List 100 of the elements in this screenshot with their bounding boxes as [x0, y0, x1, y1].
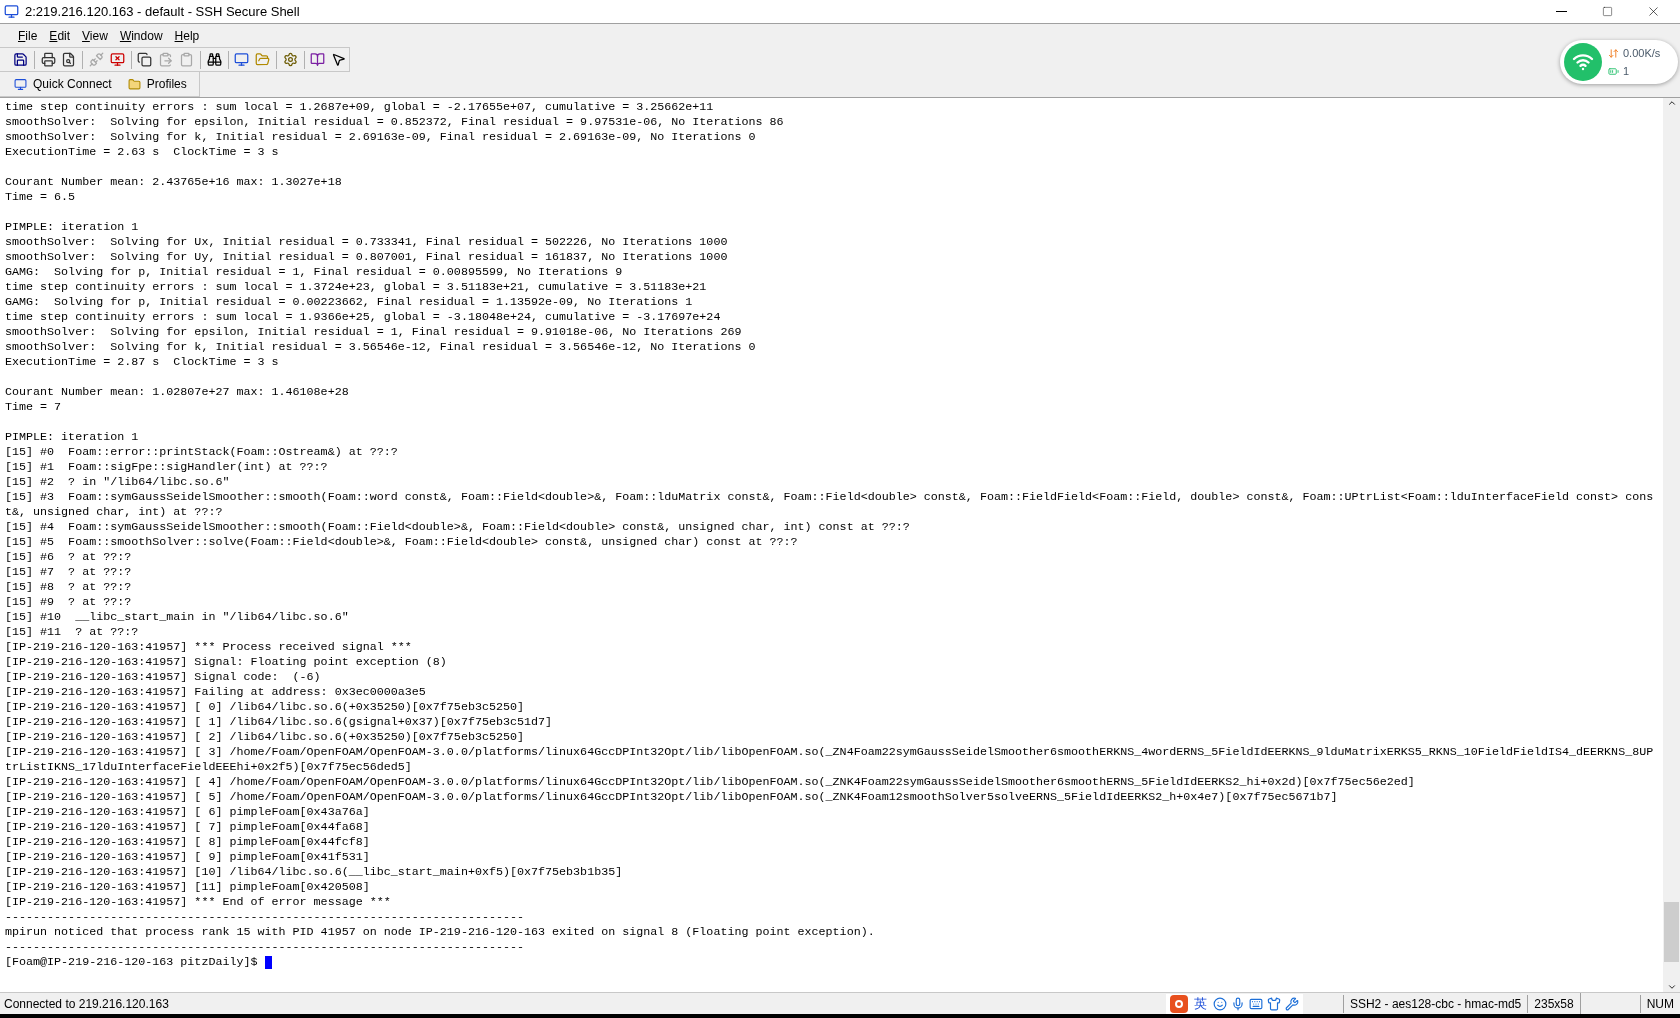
terminal-line: [IP-219-216-120-163:41957] [ 6] pimpleFoam[0x43a76a]: [5, 805, 370, 820]
terminal-line: smoothSolver: Solving for k, Initial residual = 2.69163e-09, Final residual = 2.69163e-09, No Iterations 0: [5, 130, 756, 145]
terminal-line: Courant Number mean: 1.02807e+27 max: 1.46108e+28: [5, 385, 349, 400]
terminal-line: PIMPLE: iteration 1: [5, 430, 139, 445]
terminal-line: [IP-219-216-120-163:41957] [10] /lib64/libc.so.6(__libc_start_main+0xf5)[0x7f75eb3b1b35]: [5, 865, 623, 880]
terminal-line: [15] #1 Foam::sigFpe::sigHandler(int) at ??:?: [5, 460, 328, 475]
terminal-line: Time = 6.5: [5, 190, 76, 205]
terminal-line: [IP-219-216-120-163:41957] [ 3] /home/Foam/OpenFOAM/OpenFOAM-3.0.0/platforms/linux64GccDPInt32Opt/lib/libOpenFOAM.so(_ZN4Foam22symGaussSeidelSmoother6smoothERKNS_4wordERNS_5FieldIdEERKNS_9lduMatrixERKS5_RKNS_10FieldFieldIS4_dEERKNS_8UP: [5, 745, 1654, 760]
text-cursor: [264, 956, 272, 969]
terminal-line: smoothSolver: Solving for Ux, Initial residual = 0.733341, Final residual = 502226, No Iterations 1000: [5, 235, 728, 250]
terminal-line: [15] #7 ? at ??:?: [5, 565, 132, 580]
terminal-line: time step continuity errors : sum local = 1.3724e+23, global = 3.51183e+21, cumulative = 3.51183e+21: [5, 280, 707, 295]
terminal-line: [IP-219-216-120-163:41957] [ 7] pimpleFoam[0x44fa68]: [5, 820, 370, 835]
terminal-line: [IP-219-216-120-163:41957] [ 8] pimpleFoam[0x44fcf8]: [5, 835, 370, 850]
terminal-line: [15] #11 ? at ??:?: [5, 625, 139, 640]
transfer-icon: [1608, 47, 1619, 59]
terminal-line: [15] #2 ? in "/lib64/libc.so.6": [5, 475, 230, 490]
copy-icon: [137, 52, 153, 67]
scroll-up-icon[interactable]: [1666, 98, 1677, 108]
wifi-icon: [1564, 43, 1602, 81]
terminal-line: smoothSolver: Solving for epsilon, Initial residual = 1, Final residual = 9.91018e-06, No Iterations 269: [5, 325, 742, 340]
terminal-line: [15] #3 Foam::symGaussSeidelSmoother::smooth(Foam::word const&, Foam::Field<double>&, Foam::lduMatrix const&, Foam::Field<double> const&, Foam::FieldField<Foam::Field, double> const&, Foam::UPtrList<Foam::lduInterfaceField const> cons: [5, 490, 1654, 505]
terminal-line: smoothSolver: Solving for Uy, Initial residual = 0.807001, Final residual = 161837, No Iterations 1000: [5, 250, 728, 265]
terminal-line: [15] #9 ? at ??:?: [5, 595, 132, 610]
find-icon: [206, 52, 222, 67]
terminal-line: smoothSolver: Solving for epsilon, Initial residual = 0.852372, Final residual = 9.97531e-06, No Iterations 86: [5, 115, 784, 130]
printer-icon: [40, 52, 56, 67]
monitor-crossed-icon: [109, 52, 125, 67]
terminal-line: [IP-219-216-120-163:41957] [11] pimpleFoam[0x420508]: [5, 880, 370, 895]
keyboard-icon[interactable]: [1248, 996, 1263, 1011]
microphone-icon[interactable]: [1230, 996, 1245, 1011]
monitor-icon: [234, 52, 250, 67]
maximize-icon: [1601, 6, 1613, 17]
monitor-icon: [14, 77, 27, 91]
menu-item[interactable]: Help: [168, 24, 206, 47]
network-speed: 0.00K/s: [1623, 46, 1661, 61]
terminal-line: GAMG: Solving for p, Initial residual = 0.00223662, Final residual = 1.13592e-09, No Iterations 1: [5, 295, 693, 310]
terminal-line: [IP-219-216-120-163:41957] *** End of error message ***: [5, 895, 391, 910]
help-pointer-icon: [331, 52, 347, 67]
terminal-line: trListIKNS_17lduInterfaceFieldEEEhi+0x2f5)[0x7f75ec56ded5]: [5, 760, 412, 775]
terminal-line: [15] #6 ? at ??:?: [5, 550, 132, 565]
shortcut-button[interactable]: Profiles: [123, 75, 191, 93]
terminal-line: t&, unsigned char, int) at ??:?: [5, 505, 223, 520]
num-lock-indicator: NUM: [1639, 994, 1680, 1013]
terminal-line: [IP-219-216-120-163:41957] [ 2] /lib64/libc.so.6(+0x35250)[0x7f75eb3c5250]: [5, 730, 524, 745]
terminal-line: mpirun noticed that process rank 15 with PID 41957 on node IP-219-216-120-163 exited on signal 8 (Floating point exception).: [5, 925, 875, 940]
terminal-line: [15] #0 Foam::error::printStack(Foam::Ostream&) at ??:?: [5, 445, 398, 460]
terminal-line: [IP-219-216-120-163:41957] Signal code: (-6): [5, 670, 321, 685]
print-preview-icon: [61, 52, 77, 67]
terminal-prompt: [Foam@IP-219-216-120-163 pitzDaily]$: [5, 955, 258, 970]
save-icon: [12, 52, 28, 67]
terminal-line: [15] #5 Foam::smoothSolver::solve(Foam::Field<double>&, Foam::Field<double> const&, unsigned char) const at ??:?: [5, 535, 798, 550]
terminal-line: smoothSolver: Solving for k, Initial residual = 3.56546e-12, Final residual = 3.56546e-12, No Iterations 0: [5, 340, 756, 355]
connection-status: Connected to 219.216.120.163: [3, 995, 169, 1013]
minimize-icon: [1555, 11, 1567, 12]
scrollbar-thumb[interactable]: [1664, 902, 1679, 962]
terminal-size: 235x58: [1527, 994, 1580, 1013]
paste-icon: [158, 52, 174, 67]
terminal-line: Courant Number mean: 2.43765e+16 max: 1.3027e+18: [5, 175, 342, 190]
wrench-icon[interactable]: [1284, 996, 1299, 1011]
book-icon: [310, 52, 326, 67]
menu-item[interactable]: File: [12, 24, 44, 47]
scrollbar[interactable]: [1663, 98, 1680, 992]
folder-icon: [255, 52, 271, 67]
disconnect-icon: [89, 52, 104, 67]
terminal-line: [IP-219-216-120-163:41957] [ 9] pimpleFoam[0x41f531]: [5, 850, 370, 865]
terminal-line: [15] #10 __libc_start_main in "/lib64/libc.so.6": [5, 610, 349, 625]
terminal-line: [IP-219-216-120-163:41957] *** Process received signal ***: [5, 640, 412, 655]
terminal-line: ExecutionTime = 2.63 s ClockTime = 3 s: [5, 145, 279, 160]
terminal-line: --------------------------------------------------------------------------: [5, 910, 524, 925]
terminal-line: [IP-219-216-120-163:41957] [ 4] /home/Foam/OpenFOAM/OpenFOAM-3.0.0/platforms/linux64GccDPInt32Opt/lib/libOpenFOAM.so(_ZNK4Foam22symGaussSeidelSmoother6smoothERNS_5FieldIdEERKS2_hi+0x2d)[0x7f75ec56e2ed]: [5, 775, 1415, 790]
terminal-line: [IP-219-216-120-163:41957] [ 0] /lib64/libc.so.6(+0x35250)[0x7f75eb3c5250]: [5, 700, 524, 715]
ime-language: 英: [1192, 994, 1208, 1013]
terminal-line: GAMG: Solving for p, Initial residual = 1, Final residual = 0.00895599, No Iterations 9: [5, 265, 623, 280]
window-title: 2:219.216.120.163 - default - SSH Secure Shell: [25, 2, 300, 21]
terminal-line: Time = 7: [5, 400, 62, 415]
folder-icon: [127, 77, 141, 91]
terminal-line: --------------------------------------------------------------------------: [5, 940, 524, 955]
menu-item[interactable]: Window: [113, 24, 169, 47]
terminal-line: ExecutionTime = 2.87 s ClockTime = 3 s: [5, 355, 279, 370]
cipher-status: SSH2 - aes128-cbc - hmac-md5: [1342, 994, 1528, 1013]
terminal-line: time step continuity errors : sum local = 1.9366e+25, global = -3.18048e+24, cumulative = -3.17697e+24: [5, 310, 721, 325]
terminal-line: [IP-219-216-120-163:41957] [ 1] /lib64/libc.so.6(gsignal+0x37)[0x7f75eb3c51d7]: [5, 715, 553, 730]
terminal-line: [IP-219-216-120-163:41957] Failing at address: 0x3ec0000a3e5: [5, 685, 426, 700]
shirt-icon[interactable]: [1266, 996, 1281, 1011]
smile-icon[interactable]: [1212, 996, 1227, 1011]
clipboard-icon: [178, 52, 194, 67]
menu-item[interactable]: Edit: [43, 24, 77, 47]
terminal-line: PIMPLE: iteration 1: [5, 220, 139, 235]
shortcut-button[interactable]: Quick Connect: [10, 75, 116, 93]
app-icon: [4, 4, 19, 19]
terminal-line: [15] #8 ? at ??:?: [5, 580, 132, 595]
menu-item[interactable]: View: [76, 24, 114, 47]
terminal-line: [15] #4 Foam::symGaussSeidelSmoother::smooth(Foam::Field<double>&, Foam::Field<double> const&, unsigned char, int) const at ??:?: [5, 520, 910, 535]
terminal-line: [IP-219-216-120-163:41957] Signal: Floating point exception (8): [5, 655, 447, 670]
device-count: 1: [1623, 64, 1630, 79]
settings-icon: [282, 52, 298, 67]
terminal-line: [IP-219-216-120-163:41957] [ 5] /home/Foam/OpenFOAM/OpenFOAM-3.0.0/platforms/linux64GccDPInt32Opt/lib/libOpenFOAM.so(_ZNK4Foam12smoothSolver5solveERNS_5FieldIdEERKS2_h+0x4e7)[0x7f75ec5671b7]: [5, 790, 1338, 805]
terminal-line: time step continuity errors : sum local = 1.2687e+09, global = -2.17655e+07, cumulative = 3.25662e+11: [5, 100, 714, 115]
scroll-down-icon[interactable]: [1666, 982, 1677, 992]
